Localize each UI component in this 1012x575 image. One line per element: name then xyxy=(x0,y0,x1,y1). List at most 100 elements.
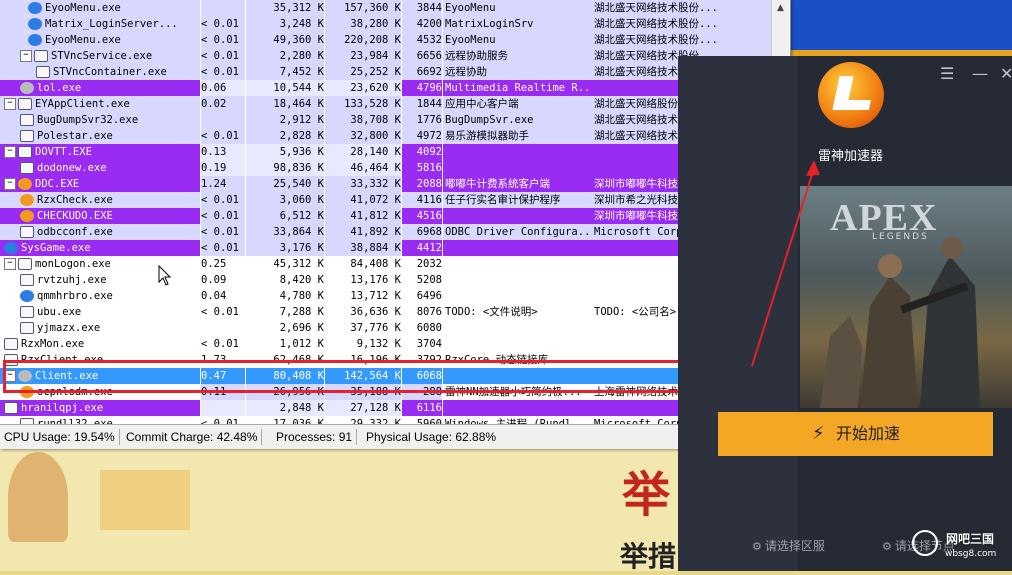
process-pid-cell: 2088 xyxy=(402,176,442,192)
collapse-toggle-icon[interactable]: − xyxy=(20,50,32,62)
process-name-cell[interactable]: − STVncService.exe xyxy=(0,48,200,64)
process-working-cell: 13,712 K xyxy=(325,288,401,304)
process-name: qmmhrbro.exe xyxy=(37,290,113,302)
process-name-cell[interactable]: Polestar.exe xyxy=(0,128,200,144)
process-name: RzxMon.exe xyxy=(21,338,85,350)
process-private-cell: 25,540 K xyxy=(246,176,324,192)
process-name-cell[interactable]: Matrix_LoginServer... xyxy=(0,16,200,32)
window-icon xyxy=(20,130,34,142)
process-cpu-cell: 0.02 xyxy=(201,96,245,112)
minimize-button[interactable]: — xyxy=(972,64,988,83)
accelerator-sidebar xyxy=(678,56,798,571)
process-row[interactable]: hranilqpj.exe 2,848 K 27,128 K 6116 xyxy=(0,400,771,416)
process-name-cell[interactable]: RzxMon.exe xyxy=(0,336,200,352)
collapse-toggle-icon[interactable]: − xyxy=(4,98,16,110)
process-private-cell: 5,936 K xyxy=(246,144,324,160)
process-name: lol.exe xyxy=(37,82,82,94)
process-row[interactable]: BugDumpSvr32.exe 2,912 K 38,708 K 1776 BugDu… xyxy=(0,112,771,128)
process-row[interactable]: qmmhrbro.exe 0.04 4,780 K 13,712 K 6496 xyxy=(0,288,771,304)
collapse-toggle-icon[interactable]: − xyxy=(4,258,16,270)
process-row[interactable]: lol.exe 0.06 10,544 K 23,620 K 4796 Multimedi… xyxy=(0,80,771,96)
process-pid-cell: 4116 xyxy=(402,192,442,208)
process-row[interactable]: RzxMon.exe < 0.01 1,012 K 9,132 K 3704 xyxy=(0,336,771,352)
process-name-cell[interactable]: SysGame.exe xyxy=(0,240,200,256)
process-row[interactable]: Matrix_LoginServer... < 0.01 3,248 K 38,280… xyxy=(0,16,771,32)
process-name-cell[interactable]: hranilqpj.exe xyxy=(0,400,200,416)
process-name-cell[interactable]: CHECKUDO.EXE xyxy=(0,208,200,224)
process-name-cell[interactable]: odbcconf.exe xyxy=(0,224,200,240)
select-region-option[interactable]: ⚙ 请选择区服 xyxy=(752,537,825,554)
watermark-subtext: wbsg8.com xyxy=(945,549,997,559)
process-desc-cell xyxy=(443,160,593,176)
process-private-cell: 2,828 K xyxy=(246,128,324,144)
process-row[interactable]: RzxCheck.exe < 0.01 3,060 K 41,072 K 4116 任子行… xyxy=(0,192,771,208)
process-working-cell: 36,636 K xyxy=(325,304,401,320)
process-row[interactable]: yjmazx.exe 2,696 K 37,776 K 6080 xyxy=(0,320,771,336)
process-name-cell[interactable]: BugDumpSvr32.exe xyxy=(0,112,200,128)
process-name-cell[interactable]: qmmhrbro.exe xyxy=(0,288,200,304)
window-icon xyxy=(18,146,32,158)
process-row[interactable]: − DDC.EXE 1.24 25,540 K 33,332 K 2088 嘟嘟牛计费系统客… xyxy=(0,176,771,192)
process-name-cell[interactable]: yjmazx.exe xyxy=(0,320,200,336)
process-working-cell: 46,464 K xyxy=(325,160,401,176)
cpu-usage-status: CPU Usage: 19.54% xyxy=(0,429,120,445)
process-row[interactable]: rundll32.exe < 0.01 17,036 K 29,332 K 5960 Wi… xyxy=(0,416,771,424)
process-desc-cell: 嘟嘟牛计费系统客户端 xyxy=(443,176,593,192)
process-cpu-cell xyxy=(201,400,245,416)
process-desc-cell xyxy=(443,272,593,288)
process-row[interactable]: − DOVTT.EXE 0.13 5,936 K 28,140 K 4092 xyxy=(0,144,771,160)
process-row[interactable]: dodonew.exe 0.19 98,836 K 46,464 K 5816 xyxy=(0,160,771,176)
process-private-cell: 45,312 K xyxy=(246,256,324,272)
process-row[interactable]: EyooMenu.exe 35,312 K 157,360 K 3844 EyooMen… xyxy=(0,0,771,16)
process-working-cell: 9,132 K xyxy=(325,336,401,352)
process-name: EyooMenu.exe xyxy=(45,2,121,14)
scroll-up-arrow-icon[interactable]: ▲ xyxy=(772,0,789,17)
desktop-poster-character: 举 xyxy=(622,467,671,523)
game-subtitle: LEGENDS xyxy=(872,232,929,242)
blue-app-icon xyxy=(28,34,42,46)
process-name-cell[interactable]: lol.exe xyxy=(0,80,200,96)
process-pid-cell: 1776 xyxy=(402,112,442,128)
process-name: dodonew.exe xyxy=(37,162,107,174)
process-name-cell[interactable]: STVncContainer.exe xyxy=(0,64,200,80)
process-name-cell[interactable]: EyooMenu.exe xyxy=(0,32,200,48)
process-name-cell[interactable]: − DDC.EXE xyxy=(0,176,200,192)
process-name-cell[interactable]: − EYAppClient.exe xyxy=(0,96,200,112)
window-icon xyxy=(4,338,18,350)
process-row[interactable]: − monLogon.exe 0.25 45,312 K 84,408 K 2032 xyxy=(0,256,771,272)
hamburger-menu-icon[interactable]: ☰ xyxy=(940,64,954,83)
process-extra-cell xyxy=(731,32,771,48)
process-row[interactable]: SysGame.exe < 0.01 3,176 K 38,884 K 4412 xyxy=(0,240,771,256)
process-row[interactable]: EyooMenu.exe < 0.01 49,360 K 220,208 K 4532 E… xyxy=(0,32,771,48)
process-cpu-cell: < 0.01 xyxy=(201,48,245,64)
process-name-cell[interactable]: rundll32.exe xyxy=(0,416,200,424)
process-row[interactable]: odbcconf.exe < 0.01 33,864 K 41,892 K 6968 OD… xyxy=(0,224,771,240)
collapse-toggle-icon[interactable]: − xyxy=(4,146,16,158)
process-name-cell[interactable]: RzxCheck.exe xyxy=(0,192,200,208)
process-name-cell[interactable]: ubu.exe xyxy=(0,304,200,320)
process-row[interactable]: STVncContainer.exe < 0.01 7,452 K 25,252 K6… xyxy=(0,64,771,80)
desktop-background-top xyxy=(790,0,1012,56)
process-working-cell: 38,884 K xyxy=(325,240,401,256)
process-working-cell: 38,708 K xyxy=(325,112,401,128)
start-acceleration-button[interactable]: ⚡ 开始加速 xyxy=(718,412,993,456)
process-name: STVncService.exe xyxy=(51,50,153,62)
process-company-cell: 湖北盛天网络技术股份... xyxy=(592,32,732,48)
process-name-cell[interactable]: − DOVTT.EXE xyxy=(0,144,200,160)
process-name: EyooMenu.exe xyxy=(45,34,121,46)
process-row[interactable]: ubu.exe < 0.01 7,288 K 36,636 K 8076 TODO: <文… xyxy=(0,304,771,320)
process-row[interactable]: CHECKUDO.EXE < 0.01 6,512 K 41,812 K 4516 深圳市… xyxy=(0,208,771,224)
watermark-text: 网吧三国 xyxy=(946,532,995,546)
process-name-cell[interactable]: dodonew.exe xyxy=(0,160,200,176)
process-row[interactable]: rvtzuhj.exe 0.09 8,420 K 13,176 K 5208 xyxy=(0,272,771,288)
process-name: hranilqpj.exe xyxy=(21,402,104,414)
process-cpu-cell: < 0.01 xyxy=(201,416,245,424)
process-row[interactable]: − EYAppClient.exe 0.02 18,464 K 133,528 K 184… xyxy=(0,96,771,112)
process-row[interactable]: − STVncService.exe < 0.01 2,280 K 23,984 K 66… xyxy=(0,48,771,64)
collapse-toggle-icon[interactable]: − xyxy=(4,178,16,190)
desktop-poster-character: 举措 xyxy=(620,540,677,573)
process-name-cell[interactable]: EyooMenu.exe xyxy=(0,0,200,16)
close-button[interactable]: ✕ xyxy=(1000,64,1012,83)
process-private-cell: 7,288 K xyxy=(246,304,324,320)
process-row[interactable]: Polestar.exe < 0.01 2,828 K 32,800 K 4972 易乐游… xyxy=(0,128,771,144)
